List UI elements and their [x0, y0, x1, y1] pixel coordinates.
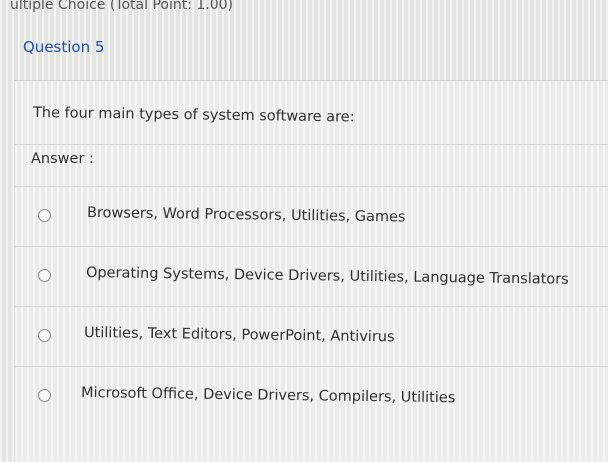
answer-option-label[interactable]: Utilities, Text Editors, PowerPoint, Ant…: [84, 325, 395, 345]
answer-option-label[interactable]: Browsers, Word Processors, Utilities, Ga…: [87, 205, 406, 225]
divider: [15, 144, 608, 145]
answer-option-1[interactable]: Browsers, Word Processors, Utilities, Ga…: [15, 186, 608, 245]
answer-option-label[interactable]: Operating Systems, Device Drivers, Utili…: [86, 265, 569, 288]
answer-option-3[interactable]: Utilities, Text Editors, PowerPoint, Ant…: [15, 306, 608, 365]
radio-button-icon[interactable]: [38, 389, 51, 402]
question-type-header: ultiple Choice (Total Point: 1.00): [10, 0, 234, 13]
answer-option-2[interactable]: Operating Systems, Device Drivers, Utili…: [15, 246, 608, 305]
question-title: Question 5: [23, 38, 105, 56]
radio-button-icon[interactable]: [38, 269, 51, 282]
radio-button-icon[interactable]: [38, 329, 51, 342]
answer-option-label[interactable]: Microsoft Office, Device Drivers, Compil…: [81, 385, 456, 406]
answer-label: Answer :: [31, 151, 94, 167]
answer-option-4[interactable]: Microsoft Office, Device Drivers, Compil…: [15, 366, 608, 425]
radio-button-icon[interactable]: [38, 209, 51, 222]
question-prompt: The four main types of system software a…: [32, 105, 355, 126]
question-card: The four main types of system software a…: [14, 80, 608, 462]
